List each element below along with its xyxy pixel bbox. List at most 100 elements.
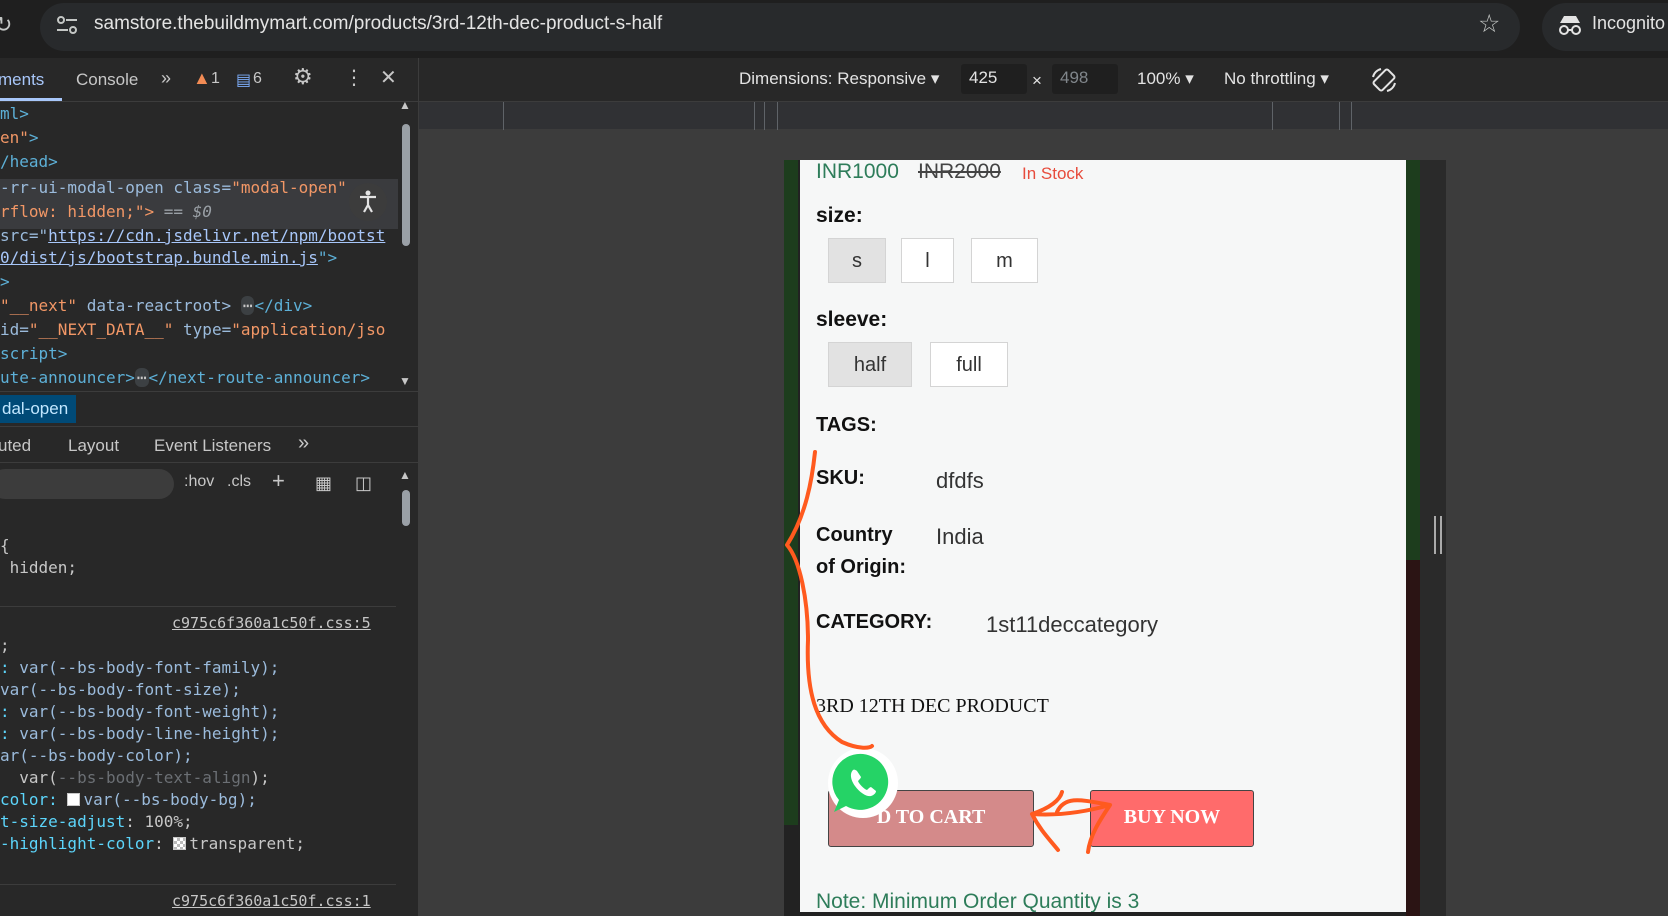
rotate-icon[interactable] [1369,65,1399,95]
dom-breadcrumb-bar: dal-open [0,391,419,427]
style-text: { [0,536,10,555]
url-text[interactable]: samstore.thebuildmymart.com/products/3rd… [94,13,662,35]
scroll-up-icon[interactable]: ▲ [399,98,411,112]
more-options-icon[interactable]: ⋮ [344,65,364,90]
scroll-down-icon[interactable]: ▼ [399,374,411,388]
bookmark-star-icon[interactable]: ☆ [1478,9,1500,39]
style-line[interactable]: color: var(--bs-body-bg); [0,790,257,809]
elements-scrollbar[interactable] [402,124,410,246]
tab-computed[interactable]: uted [0,436,31,456]
sleeve-option-half[interactable]: half [828,342,912,387]
dom-line-selected[interactable]: rflow: hidden;"> == $0 [0,202,212,221]
incognito-label: Incognito [1592,13,1666,33]
width-input[interactable]: 425 [961,64,1027,94]
close-devtools-icon[interactable]: ✕ [380,65,397,90]
dom-line[interactable]: "__next" data-reactroot> ⋯ </div> [0,296,312,315]
dom-text: /head> [0,152,58,171]
dom-line[interactable]: id="__NEXT_DATA__" type="application/jso [0,320,385,339]
category-label: CATEGORY: [816,611,933,633]
styles-scrollbar[interactable] [402,490,410,526]
dom-line[interactable]: en"> [0,128,39,147]
color-swatch[interactable] [67,793,81,806]
whatsapp-icon[interactable] [826,746,900,820]
style-line[interactable]: : var(--bs-body-font-weight); [0,702,279,721]
reload-icon[interactable]: ↻ [0,12,12,38]
style-line[interactable]: : var(--bs-body-font-family); [0,658,279,677]
ruler-tick [1339,102,1340,130]
style-prop: : [0,658,20,677]
dom-line[interactable]: ute-announcer> ⋯ </next-route-announcer> [0,368,370,387]
dom-line[interactable]: script> [0,344,67,363]
tab-elements[interactable]: ments [0,70,44,90]
color-swatch[interactable] [173,837,187,850]
size-option-s[interactable]: s [828,238,886,283]
dom-text: "application/jso [231,320,386,339]
styles-filter-input[interactable] [0,469,174,499]
sidebar-toggle-icon[interactable]: ◫ [355,473,372,494]
ellipsis-icon[interactable]: ⋯ [134,368,149,387]
style-line[interactable]: var(--bs-body-font-size); [0,680,241,699]
stylesheet-link[interactable]: c975c6f360a1c50f.css:1 [172,892,371,910]
dom-text: "> [317,248,338,267]
dom-link[interactable]: https://cdn.jsdelivr.net/npm/bootst [48,226,385,245]
style-line[interactable]: ar(--bs-body-color); [0,746,193,765]
style-line[interactable]: -highlight-color: transparent; [0,834,305,853]
active-tab-indicator [0,98,62,101]
throttling-label: No throttling [1224,69,1316,88]
add-rule-icon[interactable]: + [272,468,285,494]
scroll-up-icon[interactable]: ▲ [399,468,411,482]
site-info-icon[interactable] [56,16,78,34]
tab-console[interactable]: Console [76,70,138,90]
warning-icon[interactable]: ▲ [193,68,211,89]
breadcrumb-item[interactable]: dal-open [0,395,77,423]
ruler-tick [777,102,778,130]
stylesheet-link[interactable]: c975c6f360a1c50f.css:5 [172,614,371,632]
dom-line[interactable]: ml> [0,104,29,123]
category-value[interactable]: 1st11deccategory [986,612,1158,638]
height-input[interactable]: 498 [1052,64,1118,94]
dimensions-dropdown[interactable]: Dimensions: Responsive ▾ [739,69,939,89]
ellipsis-icon[interactable]: ⋯ [240,296,255,315]
warning-count[interactable]: 1 [211,70,220,88]
size-option-m[interactable]: m [971,238,1038,283]
dom-link[interactable]: 0/dist/js/bootstrap.bundle.min.js [0,248,318,267]
buy-now-button[interactable]: BUY NOW [1090,790,1254,847]
throttling-dropdown[interactable]: No throttling ▾ [1224,69,1329,89]
style-value: var(--bs-body-line-height); [19,724,280,743]
dom-line-selected[interactable]: -rr-ui-modal-open class="modal-open" [0,178,347,197]
dom-text: > [0,272,10,291]
accessibility-tree-button[interactable] [349,183,387,221]
tab-layout[interactable]: Layout [68,436,119,456]
dom-text: "__NEXT_DATA__" [28,320,174,339]
settings-gear-icon[interactable]: ⚙ [293,64,313,90]
hover-state-button[interactable]: :hov [184,473,214,491]
style-line[interactable]: t-size-adjust: 100%; [0,812,193,831]
dom-text: rflow: hidden;"> [0,202,164,221]
more-subtabs-icon[interactable]: » [298,432,309,455]
dom-line[interactable]: src="https://cdn.jsdelivr.net/npm/bootst [0,226,385,245]
dom-line[interactable]: > [0,272,10,291]
viewport-resize-handle[interactable] [1434,516,1442,554]
style-line[interactable]: hidden; [0,558,77,577]
sleeve-option-full[interactable]: full [930,342,1008,387]
style-value: var(--bs-body-font-weight); [19,702,280,721]
style-line[interactable]: : var(--bs-body-line-height); [0,724,279,743]
style-line[interactable]: ; [0,636,10,655]
style-prop: color: [0,790,68,809]
zoom-dropdown[interactable]: 100% ▾ [1137,69,1194,89]
message-count[interactable]: 6 [253,70,262,88]
dom-text: > [28,128,39,147]
message-icon[interactable]: ▤ [236,70,251,90]
tab-event-listeners[interactable]: Event Listeners [154,436,271,456]
paint-brush-icon[interactable]: ▦ [315,473,332,494]
ruler-tick [503,102,504,130]
more-tabs-icon[interactable]: » [161,68,171,89]
media-query-ruler[interactable] [419,102,1668,130]
dom-line[interactable]: /head> [0,152,58,171]
class-toggle-button[interactable]: .cls [227,473,251,491]
size-option-l[interactable]: l [901,238,954,283]
style-line[interactable]: { [0,536,10,555]
dom-line[interactable]: 0/dist/js/bootstrap.bundle.min.js"> [0,248,337,267]
style-line[interactable]: var(--bs-body-text-align); [0,768,270,787]
style-value: ); [250,768,270,787]
